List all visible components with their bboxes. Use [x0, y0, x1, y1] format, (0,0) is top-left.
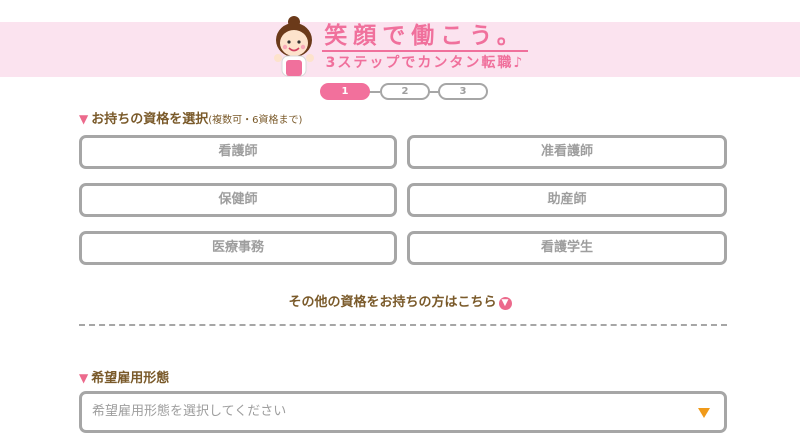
option-medical-clerk[interactable]: 医療事務 [79, 231, 397, 265]
option-midwife[interactable]: 助産師 [407, 183, 727, 217]
qualifications-label-text: お持ちの資格を選択 [91, 112, 209, 127]
option-public-health-nurse[interactable]: 保健師 [79, 183, 397, 217]
mascot-icon [274, 16, 314, 77]
page-subtitle: 3ステップでカンタン転職♪ [325, 55, 525, 71]
employment-label: ▼ 希望雇用形態 [79, 367, 169, 386]
triangle-down-icon: ▼ [79, 371, 89, 385]
qualifications-note: (複数可・6資格まで) [208, 115, 303, 126]
qualifications-label: ▼ お持ちの資格を選択(複数可・6資格まで) [79, 108, 302, 127]
option-assistant-nurse[interactable]: 准看護師 [407, 135, 727, 169]
employment-type-select[interactable]: 希望雇用形態を選択してください [79, 391, 727, 433]
section-divider [79, 324, 727, 326]
page-title: 笑顔で働こう。 [324, 23, 526, 49]
option-nursing-student[interactable]: 看護学生 [407, 231, 727, 265]
more-qualifications-text[interactable]: その他の資格をお持ちの方はこちら [288, 295, 496, 310]
dropdown-arrow-icon[interactable] [698, 408, 710, 418]
step-3: 3 [438, 83, 488, 100]
triangle-down-icon: ▼ [79, 112, 89, 126]
step-1: 1 [320, 83, 370, 100]
employment-label-text: 希望雇用形態 [91, 371, 170, 386]
employment-select-placeholder: 希望雇用形態を選択してください [92, 404, 287, 419]
step-2: 2 [380, 83, 430, 100]
step-indicator: 1 2 3 [320, 83, 488, 100]
option-nurse[interactable]: 看護師 [79, 135, 397, 169]
circle-arrow-down-icon[interactable]: ▼ [498, 297, 512, 310]
more-qualifications-link[interactable]: その他の資格をお持ちの方はこちら ▼ [280, 291, 520, 310]
